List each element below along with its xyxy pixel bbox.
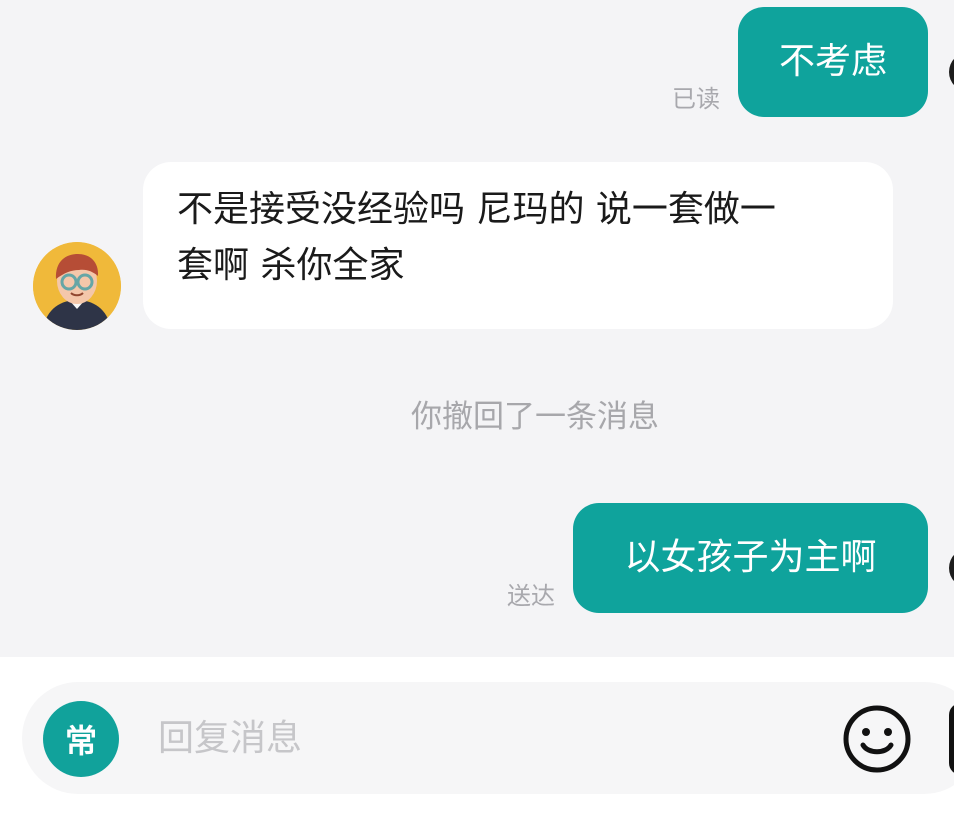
reply-input-placeholder: 回复消息 (158, 718, 303, 759)
outgoing-message-bubble[interactable]: 不考虑 (738, 7, 928, 117)
own-avatar-icon[interactable] (949, 548, 954, 588)
emoji-button[interactable] (841, 703, 913, 775)
incoming-message-line: 不是接受没经验吗 尼玛的 说一套做一 (177, 189, 776, 230)
incoming-message-line: 套啊 杀你全家 (177, 245, 405, 286)
incoming-message-bubble[interactable]: 不是接受没经验吗 尼玛的 说一套做一 套啊 杀你全家 (143, 162, 893, 329)
delivered-status-label: 送达 (507, 582, 555, 610)
read-status-label: 已读 (672, 85, 720, 113)
outgoing-message-text: 以女孩子为主啊 (624, 537, 877, 578)
more-button[interactable] (949, 703, 954, 775)
chat-message-list[interactable]: 不考虑 已读 不是接受没经验吗 尼玛的 说一套做一 套啊 杀你全家 你撤回了一条… (0, 0, 954, 657)
common-phrase-button[interactable]: 常 (43, 701, 119, 777)
outgoing-message-bubble[interactable]: 以女孩子为主啊 (573, 503, 928, 613)
smile-icon (843, 705, 911, 773)
person-avatar-icon (33, 242, 121, 330)
contact-avatar-icon[interactable] (33, 242, 121, 330)
recall-notice: 你撤回了一条消息 (411, 399, 659, 435)
own-avatar-icon[interactable] (949, 52, 954, 92)
outgoing-message-text: 不考虑 (778, 41, 887, 82)
